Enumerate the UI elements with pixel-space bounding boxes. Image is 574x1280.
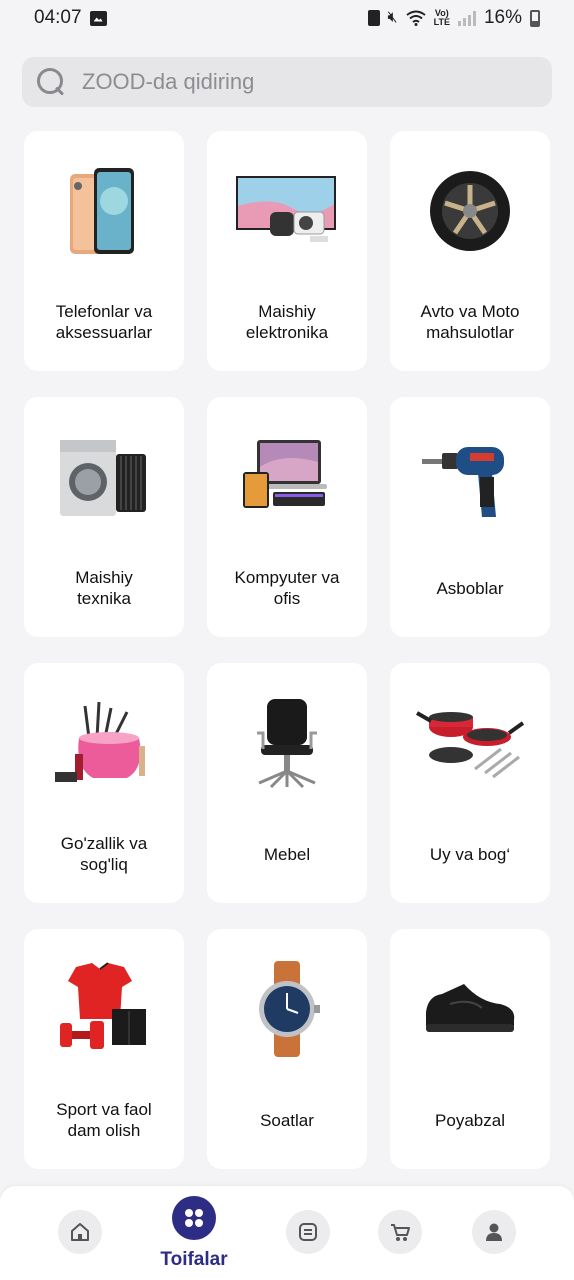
category-label: Uy va bog‘	[429, 844, 511, 864]
category-card-auto[interactable]: Avto va Moto mahsulotlar	[390, 131, 550, 371]
cart-icon	[391, 1224, 410, 1241]
battery-icon	[530, 9, 540, 27]
nav-active-label: Toifalar	[160, 1249, 228, 1270]
cookware-icon	[390, 663, 550, 823]
wheel-icon	[390, 131, 550, 291]
category-card-sport[interactable]: Sport va faol dam olish	[24, 929, 184, 1169]
search-icon	[34, 65, 68, 99]
feed-icon	[299, 1223, 317, 1241]
nav-profile-button[interactable]	[472, 1210, 516, 1254]
category-label: Maishiy texnika	[75, 568, 133, 608]
nav-categories-button[interactable]	[172, 1196, 216, 1240]
category-card-shoes[interactable]: Poyabzal	[390, 929, 550, 1169]
nav-cart-button[interactable]	[378, 1210, 422, 1254]
signal-icon	[457, 10, 476, 26]
tv-icon	[207, 131, 367, 291]
category-card-electronics[interactable]: Maishiy elektronika	[207, 131, 367, 371]
category-card-watches[interactable]: Soatlar	[207, 929, 367, 1169]
volte-icon: Vo) LTE	[433, 8, 450, 27]
drill-icon	[390, 397, 550, 557]
office-chair-icon	[207, 663, 367, 823]
category-card-tools[interactable]: Asboblar	[390, 397, 550, 637]
status-bar: 04:07 🔇︎ Vo) LTE 16%	[0, 0, 574, 36]
category-label: Avto va Moto mahsulotlar	[420, 302, 520, 342]
laptop-icon	[207, 397, 367, 557]
category-card-home-garden[interactable]: Uy va bog‘	[390, 663, 550, 903]
category-grid: Telefonlar va aksessuarlar Maishiy elekt…	[24, 131, 550, 1169]
category-label: Telefonlar va aksessuarlar	[55, 302, 153, 342]
category-label: Sport va faol dam olish	[56, 1100, 152, 1140]
category-card-beauty[interactable]: Go'zallik va sog'liq	[24, 663, 184, 903]
category-card-appliances[interactable]: Maishiy texnika	[24, 397, 184, 637]
mute-icon: 🔇︎	[387, 9, 398, 26]
home-icon	[71, 1223, 89, 1241]
category-label: Poyabzal	[435, 1110, 505, 1130]
watch-icon	[207, 929, 367, 1089]
cosmetics-icon	[24, 663, 184, 823]
search-input[interactable]	[82, 69, 522, 95]
search-bar[interactable]	[22, 57, 552, 107]
status-time: 04:07	[34, 7, 82, 28]
phone-icon	[24, 131, 184, 291]
app-notification-icon	[367, 10, 380, 26]
sportswear-icon	[24, 929, 184, 1089]
profile-icon	[486, 1223, 502, 1241]
categories-icon	[185, 1209, 203, 1227]
category-label: Go'zallik va sog'liq	[60, 834, 148, 874]
category-card-phones[interactable]: Telefonlar va aksessuarlar	[24, 131, 184, 371]
category-label: Kompyuter va ofis	[234, 568, 340, 608]
nav-feed-button[interactable]	[286, 1210, 330, 1254]
washing-machine-icon	[24, 397, 184, 557]
category-label: Asboblar	[436, 578, 504, 598]
category-card-computers[interactable]: Kompyuter va ofis	[207, 397, 367, 637]
category-label: Maishiy elektronika	[245, 302, 329, 342]
gallery-notification-icon	[89, 10, 107, 26]
wifi-icon	[406, 10, 426, 26]
nav-home-button[interactable]	[58, 1210, 102, 1254]
bottom-navigation: Toifalar	[0, 1186, 574, 1280]
category-label: Soatlar	[260, 1110, 314, 1130]
shoe-icon	[390, 929, 550, 1089]
battery-percent: 16%	[483, 7, 522, 28]
category-label: Mebel	[263, 844, 311, 864]
category-card-furniture[interactable]: Mebel	[207, 663, 367, 903]
